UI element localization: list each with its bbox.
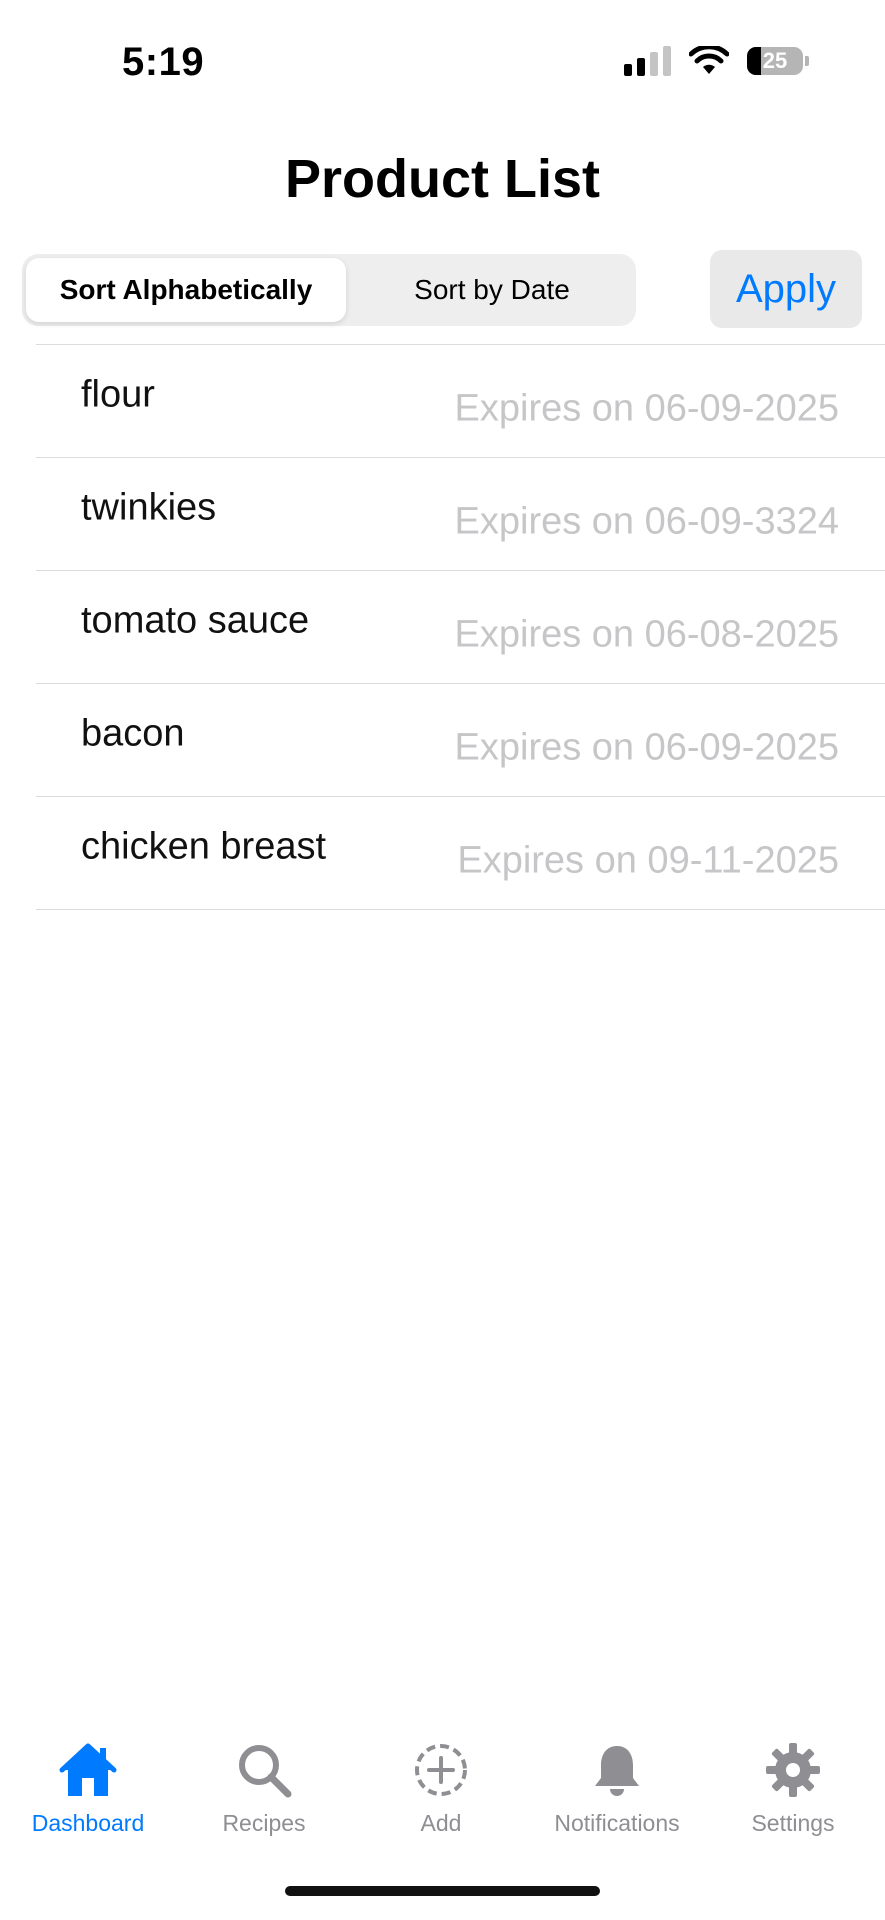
list-item[interactable]: bacon Expires on 06-09-2025 xyxy=(36,684,885,797)
wifi-icon xyxy=(689,46,729,74)
sort-by-date-segment[interactable]: Sort by Date xyxy=(352,258,632,322)
product-name: twinkies xyxy=(81,486,217,529)
plus-circle-dashed-icon xyxy=(415,1744,467,1796)
tab-label: Recipes xyxy=(222,1810,306,1836)
sort-segmented-control: Sort Alphabetically Sort by Date xyxy=(22,254,636,326)
list-item[interactable]: twinkies Expires on 06-09-3324 xyxy=(36,458,885,571)
bell-icon xyxy=(595,1746,639,1796)
cellular-signal-icon xyxy=(624,46,671,76)
tab-bar: Dashboard Recipes Add Notifications Sett… xyxy=(0,1740,885,1840)
magnifying-glass-icon xyxy=(239,1745,292,1798)
status-time: 5:19 xyxy=(122,40,205,84)
tab-label: Dashboard xyxy=(31,1810,145,1836)
sort-alphabetically-segment[interactable]: Sort Alphabetically xyxy=(26,258,346,322)
expiry-date: Expires on 06-09-2025 xyxy=(454,726,839,769)
tab-notifications[interactable]: Notifications xyxy=(537,1740,697,1840)
battery-icon: 25 xyxy=(747,47,803,75)
product-name: chicken breast xyxy=(81,825,327,868)
battery-cap xyxy=(805,56,809,66)
battery-level: 25 xyxy=(762,48,788,73)
expiry-date: Expires on 06-09-3324 xyxy=(454,500,839,543)
house-icon xyxy=(59,1743,117,1796)
expiry-date: Expires on 09-11-2025 xyxy=(457,839,839,882)
product-name: bacon xyxy=(81,712,185,755)
list-item[interactable]: chicken breast Expires on 09-11-2025 xyxy=(36,797,885,910)
expiry-date: Expires on 06-08-2025 xyxy=(454,613,839,656)
status-icons: 25 xyxy=(624,44,809,78)
list-item[interactable]: flour Expires on 06-09-2025 xyxy=(36,345,885,458)
tab-label: Add xyxy=(420,1810,462,1836)
tab-add[interactable]: Add xyxy=(361,1740,521,1840)
expiry-date: Expires on 06-09-2025 xyxy=(454,387,839,430)
list-item[interactable]: tomato sauce Expires on 06-08-2025 xyxy=(36,571,885,684)
apply-button[interactable]: Apply xyxy=(710,250,862,328)
gear-icon xyxy=(766,1743,820,1797)
tab-dashboard[interactable]: Dashboard xyxy=(8,1740,168,1840)
home-indicator[interactable] xyxy=(285,1886,600,1896)
tab-recipes[interactable]: Recipes xyxy=(184,1740,344,1840)
product-name: tomato sauce xyxy=(81,599,310,642)
product-list: flour Expires on 06-09-2025 twinkies Exp… xyxy=(36,344,885,910)
page-title: Product List xyxy=(284,149,600,209)
tab-settings[interactable]: Settings xyxy=(713,1740,873,1840)
product-name: flour xyxy=(81,373,155,416)
tab-label: Notifications xyxy=(554,1810,680,1836)
tab-label: Settings xyxy=(751,1810,835,1836)
